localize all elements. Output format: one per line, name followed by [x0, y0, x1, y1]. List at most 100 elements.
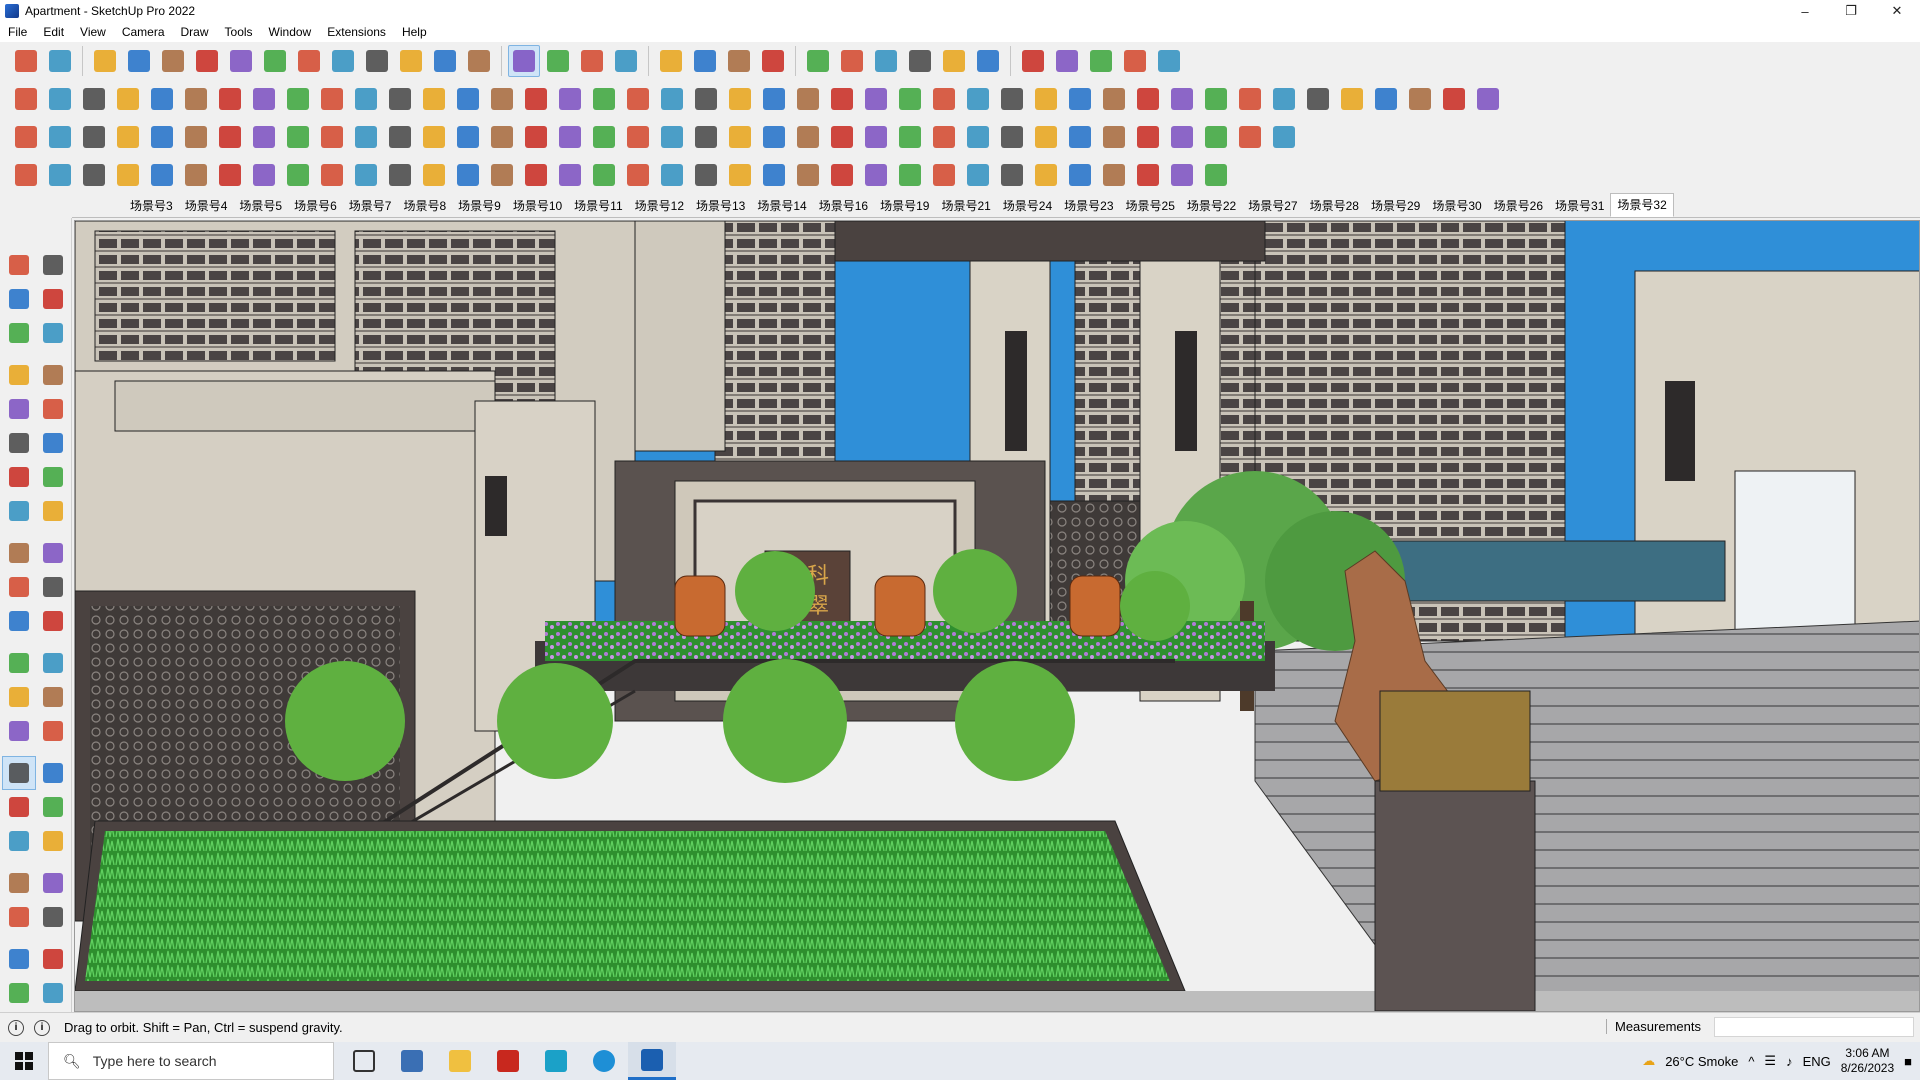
scale-icon[interactable] — [2, 604, 36, 638]
row4-tool-icon[interactable] — [996, 159, 1028, 191]
row4-tool-icon[interactable] — [520, 159, 552, 191]
scene-tab[interactable]: 场景号4 — [179, 195, 234, 217]
row2-tool-icon[interactable] — [1268, 83, 1300, 115]
scene-tab[interactable]: 场景号14 — [751, 195, 812, 217]
row2-tool-icon[interactable] — [1404, 83, 1436, 115]
freehand-icon[interactable] — [36, 358, 70, 392]
row2-tool-icon[interactable] — [554, 83, 586, 115]
row4-tool-icon[interactable] — [1030, 159, 1062, 191]
row4-tool-icon[interactable] — [758, 159, 790, 191]
close-button[interactable]: ✕ — [1874, 0, 1920, 22]
row2-tool-icon[interactable] — [1336, 83, 1368, 115]
row3-tool-icon[interactable] — [384, 121, 416, 153]
row2-tool-icon[interactable] — [1234, 83, 1266, 115]
rectangle-icon[interactable] — [191, 45, 223, 77]
scene-tab[interactable]: 场景号31 — [1549, 195, 1610, 217]
row3-tool-icon[interactable] — [962, 121, 994, 153]
edge-icon[interactable] — [580, 1042, 628, 1080]
section-icon[interactable] — [689, 45, 721, 77]
section-plane-icon[interactable] — [36, 900, 70, 934]
row3-tool-icon[interactable] — [622, 121, 654, 153]
warehouse-icon[interactable] — [1153, 45, 1185, 77]
row2-tool-icon[interactable] — [520, 83, 552, 115]
row4-tool-icon[interactable] — [554, 159, 586, 191]
row2-tool-icon[interactable] — [1302, 83, 1334, 115]
row4-tool-icon[interactable] — [282, 159, 314, 191]
language-indicator[interactable]: ENG — [1803, 1054, 1831, 1069]
row4-tool-icon[interactable] — [962, 159, 994, 191]
row3-tool-icon[interactable] — [792, 121, 824, 153]
row3-tool-icon[interactable] — [758, 121, 790, 153]
zoom-icon[interactable] — [576, 45, 608, 77]
scene-tab[interactable]: 场景号21 — [935, 195, 996, 217]
row4-tool-icon[interactable] — [78, 159, 110, 191]
user-icon[interactable] — [802, 45, 834, 77]
row4-tool-icon[interactable] — [44, 159, 76, 191]
row4-tool-icon[interactable] — [384, 159, 416, 191]
text-icon[interactable] — [429, 45, 461, 77]
row3-tool-icon[interactable] — [894, 121, 926, 153]
tray-chevron-icon[interactable]: ^ — [1748, 1054, 1754, 1069]
menu-camera[interactable]: Camera — [114, 22, 173, 42]
row3-tool-icon[interactable] — [554, 121, 586, 153]
scene-tab[interactable]: 场景号9 — [452, 195, 507, 217]
row3-tool-icon[interactable] — [112, 121, 144, 153]
model-viewport[interactable]: 万科 翡翠 — [74, 220, 1920, 1012]
zoom-extents-icon[interactable] — [2, 824, 36, 858]
notifications-icon[interactable]: ■ — [1904, 1054, 1912, 1069]
menu-extensions[interactable]: Extensions — [319, 22, 394, 42]
eraser-icon[interactable] — [36, 282, 70, 316]
row3-tool-icon[interactable] — [1200, 121, 1232, 153]
row4-tool-icon[interactable] — [928, 159, 960, 191]
row2-tool-icon[interactable] — [214, 83, 246, 115]
taskbar-search[interactable]: 🔍︎ Type here to search — [48, 1042, 334, 1080]
axes-icon[interactable] — [2, 714, 36, 748]
protractor-icon[interactable] — [2, 680, 36, 714]
row2-tool-icon[interactable] — [962, 83, 994, 115]
row3-tool-icon[interactable] — [452, 121, 484, 153]
push-pull-icon[interactable] — [36, 536, 70, 570]
menu-window[interactable]: Window — [261, 22, 320, 42]
pencil-icon[interactable] — [123, 45, 155, 77]
axes-up-icon[interactable] — [938, 45, 970, 77]
row2-tool-icon[interactable] — [860, 83, 892, 115]
row3-tool-icon[interactable] — [588, 121, 620, 153]
row2-tool-icon[interactable] — [418, 83, 450, 115]
row2-tool-icon[interactable] — [1098, 83, 1130, 115]
start-button[interactable] — [0, 1042, 48, 1080]
row4-tool-icon[interactable] — [350, 159, 382, 191]
section-fill-icon[interactable] — [36, 942, 70, 976]
row4-tool-icon[interactable] — [1166, 159, 1198, 191]
scene-tab[interactable]: 场景号7 — [343, 195, 398, 217]
row2-tool-icon[interactable] — [112, 83, 144, 115]
dimension-icon[interactable] — [1017, 45, 1049, 77]
scene-tab[interactable]: 场景号26 — [1488, 195, 1549, 217]
scene-tab[interactable]: 场景号13 — [690, 195, 751, 217]
pie-icon[interactable] — [36, 460, 70, 494]
geo-location-icon[interactable]: i — [8, 1019, 24, 1036]
restore-button[interactable]: ❐ — [1828, 0, 1874, 22]
line-icon[interactable] — [2, 358, 36, 392]
row3-tool-icon[interactable] — [1098, 121, 1130, 153]
row3-tool-icon[interactable] — [180, 121, 212, 153]
clock[interactable]: 3:06 AM 8/26/2023 — [1841, 1046, 1894, 1076]
row4-tool-icon[interactable] — [1064, 159, 1096, 191]
scene-tab[interactable]: 场景号16 — [813, 195, 874, 217]
rotate-icon[interactable] — [2, 570, 36, 604]
menu-help[interactable]: Help — [394, 22, 435, 42]
sketchup-task-icon[interactable] — [628, 1042, 676, 1080]
move-icon[interactable] — [2, 536, 36, 570]
orbit-icon[interactable] — [36, 248, 70, 282]
row4-tool-icon[interactable] — [316, 159, 348, 191]
row2-tool-icon[interactable] — [486, 83, 518, 115]
row4-tool-icon[interactable] — [826, 159, 858, 191]
position-camera-icon[interactable] — [2, 900, 36, 934]
row3-tool-icon[interactable] — [316, 121, 348, 153]
3pt-arc-icon[interactable] — [36, 494, 70, 528]
scene-tab[interactable]: 场景号6 — [288, 195, 343, 217]
row3-tool-icon[interactable] — [1234, 121, 1266, 153]
row4-tool-icon[interactable] — [486, 159, 518, 191]
scene-tab[interactable]: 场景号28 — [1304, 195, 1365, 217]
row3-tool-icon[interactable] — [214, 121, 246, 153]
components-icon[interactable] — [836, 45, 868, 77]
